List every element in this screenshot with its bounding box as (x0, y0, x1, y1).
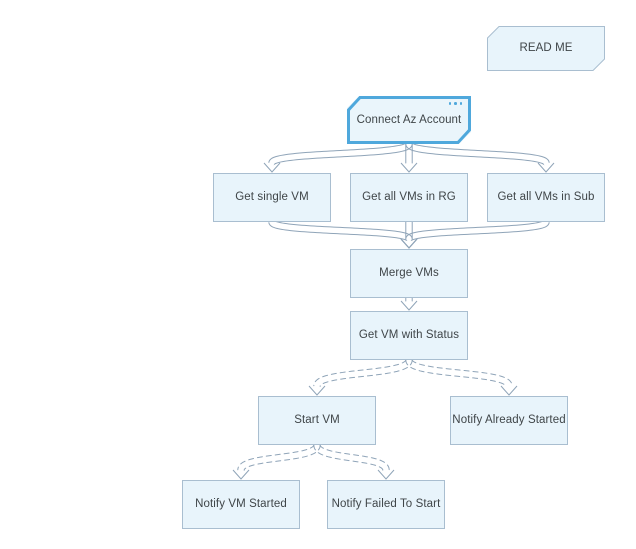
arrow-head-icon (232, 469, 250, 480)
node-get-all-vms-in-sub[interactable]: Get all VMs in Sub (487, 173, 605, 222)
node-notify-already-started[interactable]: Notify Already Started (450, 396, 568, 445)
connector-connect-az-account-to-get-single-vm (263, 142, 413, 173)
connector-start-vm-to-notify-failed-to-start (313, 444, 395, 480)
connector-get-vm-with-status-to-start-vm (308, 359, 413, 396)
node-get-vm-with-status[interactable]: Get VM with Status (350, 311, 468, 360)
node-label: READ ME (519, 42, 573, 55)
arrow-head-icon (308, 385, 326, 396)
node-get-single-vm[interactable]: Get single VM (213, 173, 331, 222)
connector-layer (232, 142, 555, 480)
arrow-head-icon (500, 385, 518, 396)
node-notify-vm-started[interactable]: Notify VM Started (182, 480, 300, 529)
node-label: Get VM with Status (358, 329, 460, 342)
node-merge-vms[interactable]: Merge VMs (350, 249, 468, 298)
connector-start-vm-to-notify-vm-started (232, 444, 321, 480)
connector-get-single-vm-to-merge-vms (268, 219, 418, 249)
node-start-vm[interactable]: Start VM (258, 396, 376, 445)
node-label: Merge VMs (379, 267, 439, 280)
connector-connect-az-account-to-get-all-vms-in-rg (400, 143, 418, 173)
node-label: Notify Already Started (452, 414, 566, 427)
node-label: Start VM (294, 414, 340, 427)
arrow-head-icon (400, 300, 418, 311)
arrow-head-icon (377, 469, 395, 480)
node-label: Get single VM (235, 191, 309, 204)
node-label: Notify VM Started (195, 498, 287, 511)
node-label: Get all VMs in RG (362, 191, 456, 204)
connector-get-all-vms-in-rg-to-merge-vms (400, 221, 418, 249)
node-get-all-vms-in-rg[interactable]: Get all VMs in RG (350, 173, 468, 222)
connector-get-vm-with-status-to-notify-already-started (405, 359, 518, 396)
node-label: Connect Az Account (356, 113, 462, 126)
connector-connect-az-account-to-get-all-vms-in-sub (405, 142, 555, 173)
flowchart-canvas: READ ME Connect Az Account Get single VM… (0, 0, 636, 549)
arrow-head-icon (400, 162, 418, 173)
node-label: Notify Failed To Start (331, 498, 441, 511)
arrow-head-icon (263, 162, 281, 173)
connector-get-all-vms-in-sub-to-merge-vms (400, 219, 550, 249)
ellipsis-icon[interactable] (448, 102, 462, 105)
arrow-head-icon (400, 238, 418, 249)
node-label: Get all VMs in Sub (497, 191, 595, 204)
connector-merge-vms-to-get-vm-with-status (400, 297, 418, 311)
node-notify-failed-to-start[interactable]: Notify Failed To Start (327, 480, 445, 529)
arrow-head-icon (537, 162, 555, 173)
arrow-head-icon (400, 238, 418, 249)
node-read-me[interactable]: READ ME (487, 26, 605, 71)
arrow-head-icon (400, 238, 418, 249)
node-connect-az-account[interactable]: Connect Az Account (347, 96, 471, 144)
